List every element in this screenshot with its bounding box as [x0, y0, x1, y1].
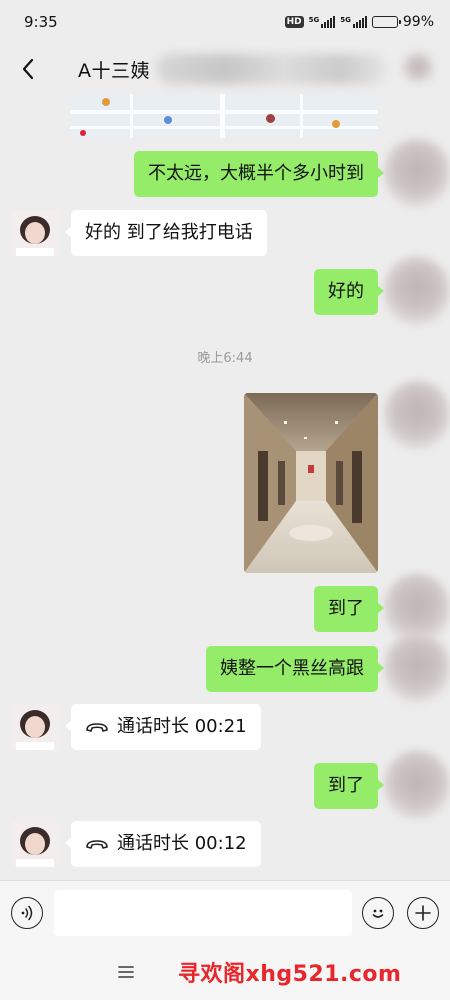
call-record-bubble[interactable]: 通话时长 00:21 [65, 704, 261, 750]
message-bubble-outgoing[interactable]: 不太远，大概半个多小时到 [134, 151, 384, 197]
chevron-left-icon[interactable] [6, 47, 50, 91]
call-duration-text: 通话时长 00:12 [117, 833, 247, 854]
more-icon[interactable] [398, 48, 438, 88]
message-bubble-outgoing[interactable]: 到了 [314, 586, 384, 632]
blurred-title-region [156, 54, 386, 84]
my-avatar-blurred[interactable] [384, 256, 450, 326]
my-avatar-blurred[interactable] [384, 750, 450, 820]
network-type: 5G [308, 16, 320, 24]
message-bubble-incoming[interactable]: 好的 到了给我打电话 [65, 210, 267, 256]
battery-icon [371, 16, 401, 28]
message-bubble-outgoing[interactable]: 好的 [314, 269, 384, 315]
plus-icon[interactable] [407, 897, 439, 929]
status-indicators: HD 5G 5G 99% [284, 14, 434, 30]
call-record-bubble[interactable]: 通话时长 00:12 [65, 821, 261, 867]
signal-icon-2: 5G [340, 16, 367, 28]
chat-title[interactable]: A十三姨 [78, 56, 150, 83]
my-avatar-blurred[interactable] [384, 380, 450, 450]
my-avatar-blurred[interactable] [384, 633, 450, 703]
hallway-photo [244, 393, 378, 573]
chat-header: A十三姨 [0, 44, 450, 94]
phone-call-icon [86, 723, 108, 732]
phone-call-icon [86, 840, 108, 849]
status-time: 9:35 [24, 13, 58, 31]
contact-avatar-image [12, 704, 58, 750]
photo-message[interactable] [244, 393, 378, 573]
hd-badge: HD [284, 16, 304, 28]
message-input[interactable] [54, 890, 352, 936]
contact-avatar-image [12, 210, 58, 256]
my-avatar-blurred[interactable] [384, 138, 450, 208]
contact-avatar[interactable] [12, 210, 58, 256]
location-map-thumbnail[interactable] [70, 94, 378, 138]
network-type-2: 5G [340, 16, 351, 24]
menu-icon[interactable] [116, 962, 136, 982]
contact-avatar[interactable] [12, 821, 58, 867]
message-bubble-outgoing[interactable]: 到了 [314, 763, 384, 809]
watermark-text: 寻欢阁xhg521.com [178, 962, 402, 987]
call-duration-text: 通话时长 00:21 [117, 716, 247, 737]
message-timestamp: 晚上6:44 [197, 351, 253, 366]
voice-input-icon[interactable] [11, 897, 43, 929]
battery-percent: 99% [402, 14, 434, 30]
emoji-icon[interactable] [362, 897, 394, 929]
contact-avatar[interactable] [12, 704, 58, 750]
message-bubble-outgoing[interactable]: 姨整一个黑丝高跟 [206, 646, 384, 692]
status-bar: 9:35 HD 5G 5G 99% [0, 0, 450, 44]
signal-icon: 5G [309, 16, 336, 28]
blurred-more-region [403, 53, 433, 83]
chat-input-bar [0, 880, 450, 944]
contact-avatar-image [12, 821, 58, 867]
